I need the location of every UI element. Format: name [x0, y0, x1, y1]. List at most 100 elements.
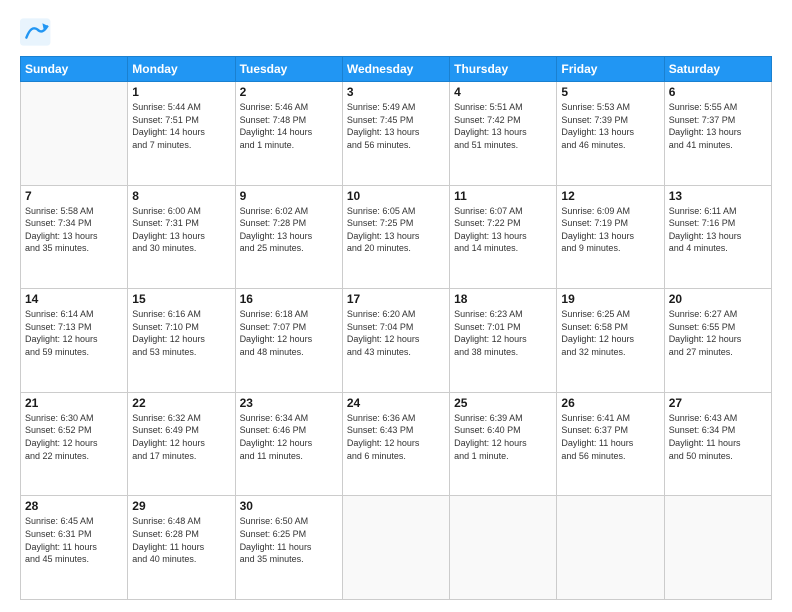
day-number: 30 [240, 499, 338, 513]
day-number: 11 [454, 189, 552, 203]
calendar-cell: 2 Sunrise: 5:46 AM Sunset: 7:48 PM Daylig… [235, 82, 342, 186]
day-number: 3 [347, 85, 445, 99]
calendar-cell: 17 Sunrise: 6:20 AM Sunset: 7:04 PM Dayli… [342, 289, 449, 393]
calendar-cell: 4 Sunrise: 5:51 AM Sunset: 7:42 PM Daylig… [450, 82, 557, 186]
day-number: 23 [240, 396, 338, 410]
day-info: Sunrise: 6:02 AM Sunset: 7:28 PM Dayligh… [240, 205, 338, 255]
day-info: Sunrise: 5:46 AM Sunset: 7:48 PM Dayligh… [240, 101, 338, 151]
day-number: 4 [454, 85, 552, 99]
day-number: 10 [347, 189, 445, 203]
calendar-cell: 5Sunrise: 5:53 AM Sunset: 7:39 PM Daylig… [557, 82, 664, 186]
day-info: Sunrise: 5:53 AM Sunset: 7:39 PM Dayligh… [561, 101, 659, 151]
calendar-cell: 9 Sunrise: 6:02 AM Sunset: 7:28 PM Daylig… [235, 185, 342, 289]
day-info: Sunrise: 5:49 AM Sunset: 7:45 PM Dayligh… [347, 101, 445, 151]
day-info: Sunrise: 6:05 AM Sunset: 7:25 PM Dayligh… [347, 205, 445, 255]
col-header-wednesday: Wednesday [342, 57, 449, 82]
calendar-cell: 19 Sunrise: 6:25 AM Sunset: 6:58 PM Dayli… [557, 289, 664, 393]
calendar-cell: 6 Sunrise: 5:55 AM Sunset: 7:37 PM Daylig… [664, 82, 771, 186]
day-number: 19 [561, 292, 659, 306]
day-number: 17 [347, 292, 445, 306]
day-number: 13 [669, 189, 767, 203]
calendar-cell: 7 Sunrise: 5:58 AM Sunset: 7:34 PM Daylig… [21, 185, 128, 289]
day-info: Sunrise: 6:43 AM Sunset: 6:34 PM Dayligh… [669, 412, 767, 462]
calendar-cell [557, 496, 664, 600]
day-number: 28 [25, 499, 123, 513]
calendar-cell: 24 Sunrise: 6:36 AM Sunset: 6:43 PM Dayli… [342, 392, 449, 496]
calendar-cell: 11 Sunrise: 6:07 AM Sunset: 7:22 PM Dayli… [450, 185, 557, 289]
calendar-cell: 10 Sunrise: 6:05 AM Sunset: 7:25 PM Dayli… [342, 185, 449, 289]
calendar-cell: 20 Sunrise: 6:27 AM Sunset: 6:55 PM Dayli… [664, 289, 771, 393]
calendar-cell: 23 Sunrise: 6:34 AM Sunset: 6:46 PM Dayli… [235, 392, 342, 496]
day-number: 15 [132, 292, 230, 306]
day-number: 18 [454, 292, 552, 306]
day-number: 25 [454, 396, 552, 410]
day-number: 7 [25, 189, 123, 203]
day-info: Sunrise: 5:58 AM Sunset: 7:34 PM Dayligh… [25, 205, 123, 255]
calendar-cell: 18 Sunrise: 6:23 AM Sunset: 7:01 PM Dayli… [450, 289, 557, 393]
day-number: 8 [132, 189, 230, 203]
day-number: 1 [132, 85, 230, 99]
col-header-tuesday: Tuesday [235, 57, 342, 82]
col-header-monday: Monday [128, 57, 235, 82]
day-info: Sunrise: 6:07 AM Sunset: 7:22 PM Dayligh… [454, 205, 552, 255]
day-number: 21 [25, 396, 123, 410]
calendar-cell: 15 Sunrise: 6:16 AM Sunset: 7:10 PM Dayli… [128, 289, 235, 393]
col-header-sunday: Sunday [21, 57, 128, 82]
day-number: 29 [132, 499, 230, 513]
day-info: Sunrise: 6:27 AM Sunset: 6:55 PM Dayligh… [669, 308, 767, 358]
calendar-cell: 3 Sunrise: 5:49 AM Sunset: 7:45 PM Daylig… [342, 82, 449, 186]
calendar-cell [342, 496, 449, 600]
day-number: 26 [561, 396, 659, 410]
calendar-cell: 26 Sunrise: 6:41 AM Sunset: 6:37 PM Dayli… [557, 392, 664, 496]
day-info: Sunrise: 5:55 AM Sunset: 7:37 PM Dayligh… [669, 101, 767, 151]
day-info: Sunrise: 6:48 AM Sunset: 6:28 PM Dayligh… [132, 515, 230, 565]
calendar-cell: 14 Sunrise: 6:14 AM Sunset: 7:13 PM Dayli… [21, 289, 128, 393]
day-info: Sunrise: 6:50 AM Sunset: 6:25 PM Dayligh… [240, 515, 338, 565]
day-number: 12 [561, 189, 659, 203]
day-info: Sunrise: 6:23 AM Sunset: 7:01 PM Dayligh… [454, 308, 552, 358]
calendar-cell: 12 Sunrise: 6:09 AM Sunset: 7:19 PM Dayli… [557, 185, 664, 289]
day-info: Sunrise: 6:45 AM Sunset: 6:31 PM Dayligh… [25, 515, 123, 565]
day-number: 16 [240, 292, 338, 306]
logo [20, 18, 58, 46]
calendar-cell [21, 82, 128, 186]
page: SundayMondayTuesdayWednesdayThursdayFrid… [0, 0, 792, 612]
day-number: 20 [669, 292, 767, 306]
day-info: Sunrise: 6:16 AM Sunset: 7:10 PM Dayligh… [132, 308, 230, 358]
calendar-cell: 16 Sunrise: 6:18 AM Sunset: 7:07 PM Dayli… [235, 289, 342, 393]
day-info: Sunrise: 6:09 AM Sunset: 7:19 PM Dayligh… [561, 205, 659, 255]
calendar-cell: 28 Sunrise: 6:45 AM Sunset: 6:31 PM Dayli… [21, 496, 128, 600]
day-info: Sunrise: 6:00 AM Sunset: 7:31 PM Dayligh… [132, 205, 230, 255]
day-number: 6 [669, 85, 767, 99]
calendar-cell: 1 Sunrise: 5:44 AM Sunset: 7:51 PM Daylig… [128, 82, 235, 186]
calendar-cell: 13 Sunrise: 6:11 AM Sunset: 7:16 PM Dayli… [664, 185, 771, 289]
day-info: Sunrise: 6:18 AM Sunset: 7:07 PM Dayligh… [240, 308, 338, 358]
calendar-cell [664, 496, 771, 600]
calendar-cell: 27Sunrise: 6:43 AM Sunset: 6:34 PM Dayli… [664, 392, 771, 496]
header [20, 18, 772, 46]
day-info: Sunrise: 6:30 AM Sunset: 6:52 PM Dayligh… [25, 412, 123, 462]
calendar-cell: 29 Sunrise: 6:48 AM Sunset: 6:28 PM Dayli… [128, 496, 235, 600]
day-info: Sunrise: 6:39 AM Sunset: 6:40 PM Dayligh… [454, 412, 552, 462]
day-info: Sunrise: 5:51 AM Sunset: 7:42 PM Dayligh… [454, 101, 552, 151]
day-info: Sunrise: 5:44 AM Sunset: 7:51 PM Dayligh… [132, 101, 230, 151]
calendar-cell: 22Sunrise: 6:32 AM Sunset: 6:49 PM Dayli… [128, 392, 235, 496]
day-number: 2 [240, 85, 338, 99]
day-number: 24 [347, 396, 445, 410]
day-info: Sunrise: 6:20 AM Sunset: 7:04 PM Dayligh… [347, 308, 445, 358]
day-info: Sunrise: 6:25 AM Sunset: 6:58 PM Dayligh… [561, 308, 659, 358]
calendar-cell: 30 Sunrise: 6:50 AM Sunset: 6:25 PM Dayli… [235, 496, 342, 600]
day-info: Sunrise: 6:34 AM Sunset: 6:46 PM Dayligh… [240, 412, 338, 462]
day-number: 22 [132, 396, 230, 410]
day-info: Sunrise: 6:36 AM Sunset: 6:43 PM Dayligh… [347, 412, 445, 462]
day-number: 14 [25, 292, 123, 306]
day-info: Sunrise: 6:14 AM Sunset: 7:13 PM Dayligh… [25, 308, 123, 358]
calendar-table: SundayMondayTuesdayWednesdayThursdayFrid… [20, 56, 772, 600]
col-header-thursday: Thursday [450, 57, 557, 82]
day-info: Sunrise: 6:11 AM Sunset: 7:16 PM Dayligh… [669, 205, 767, 255]
col-header-friday: Friday [557, 57, 664, 82]
day-info: Sunrise: 6:41 AM Sunset: 6:37 PM Dayligh… [561, 412, 659, 462]
logo-icon [20, 18, 52, 46]
calendar-cell: 25 Sunrise: 6:39 AM Sunset: 6:40 PM Dayli… [450, 392, 557, 496]
day-number: 9 [240, 189, 338, 203]
